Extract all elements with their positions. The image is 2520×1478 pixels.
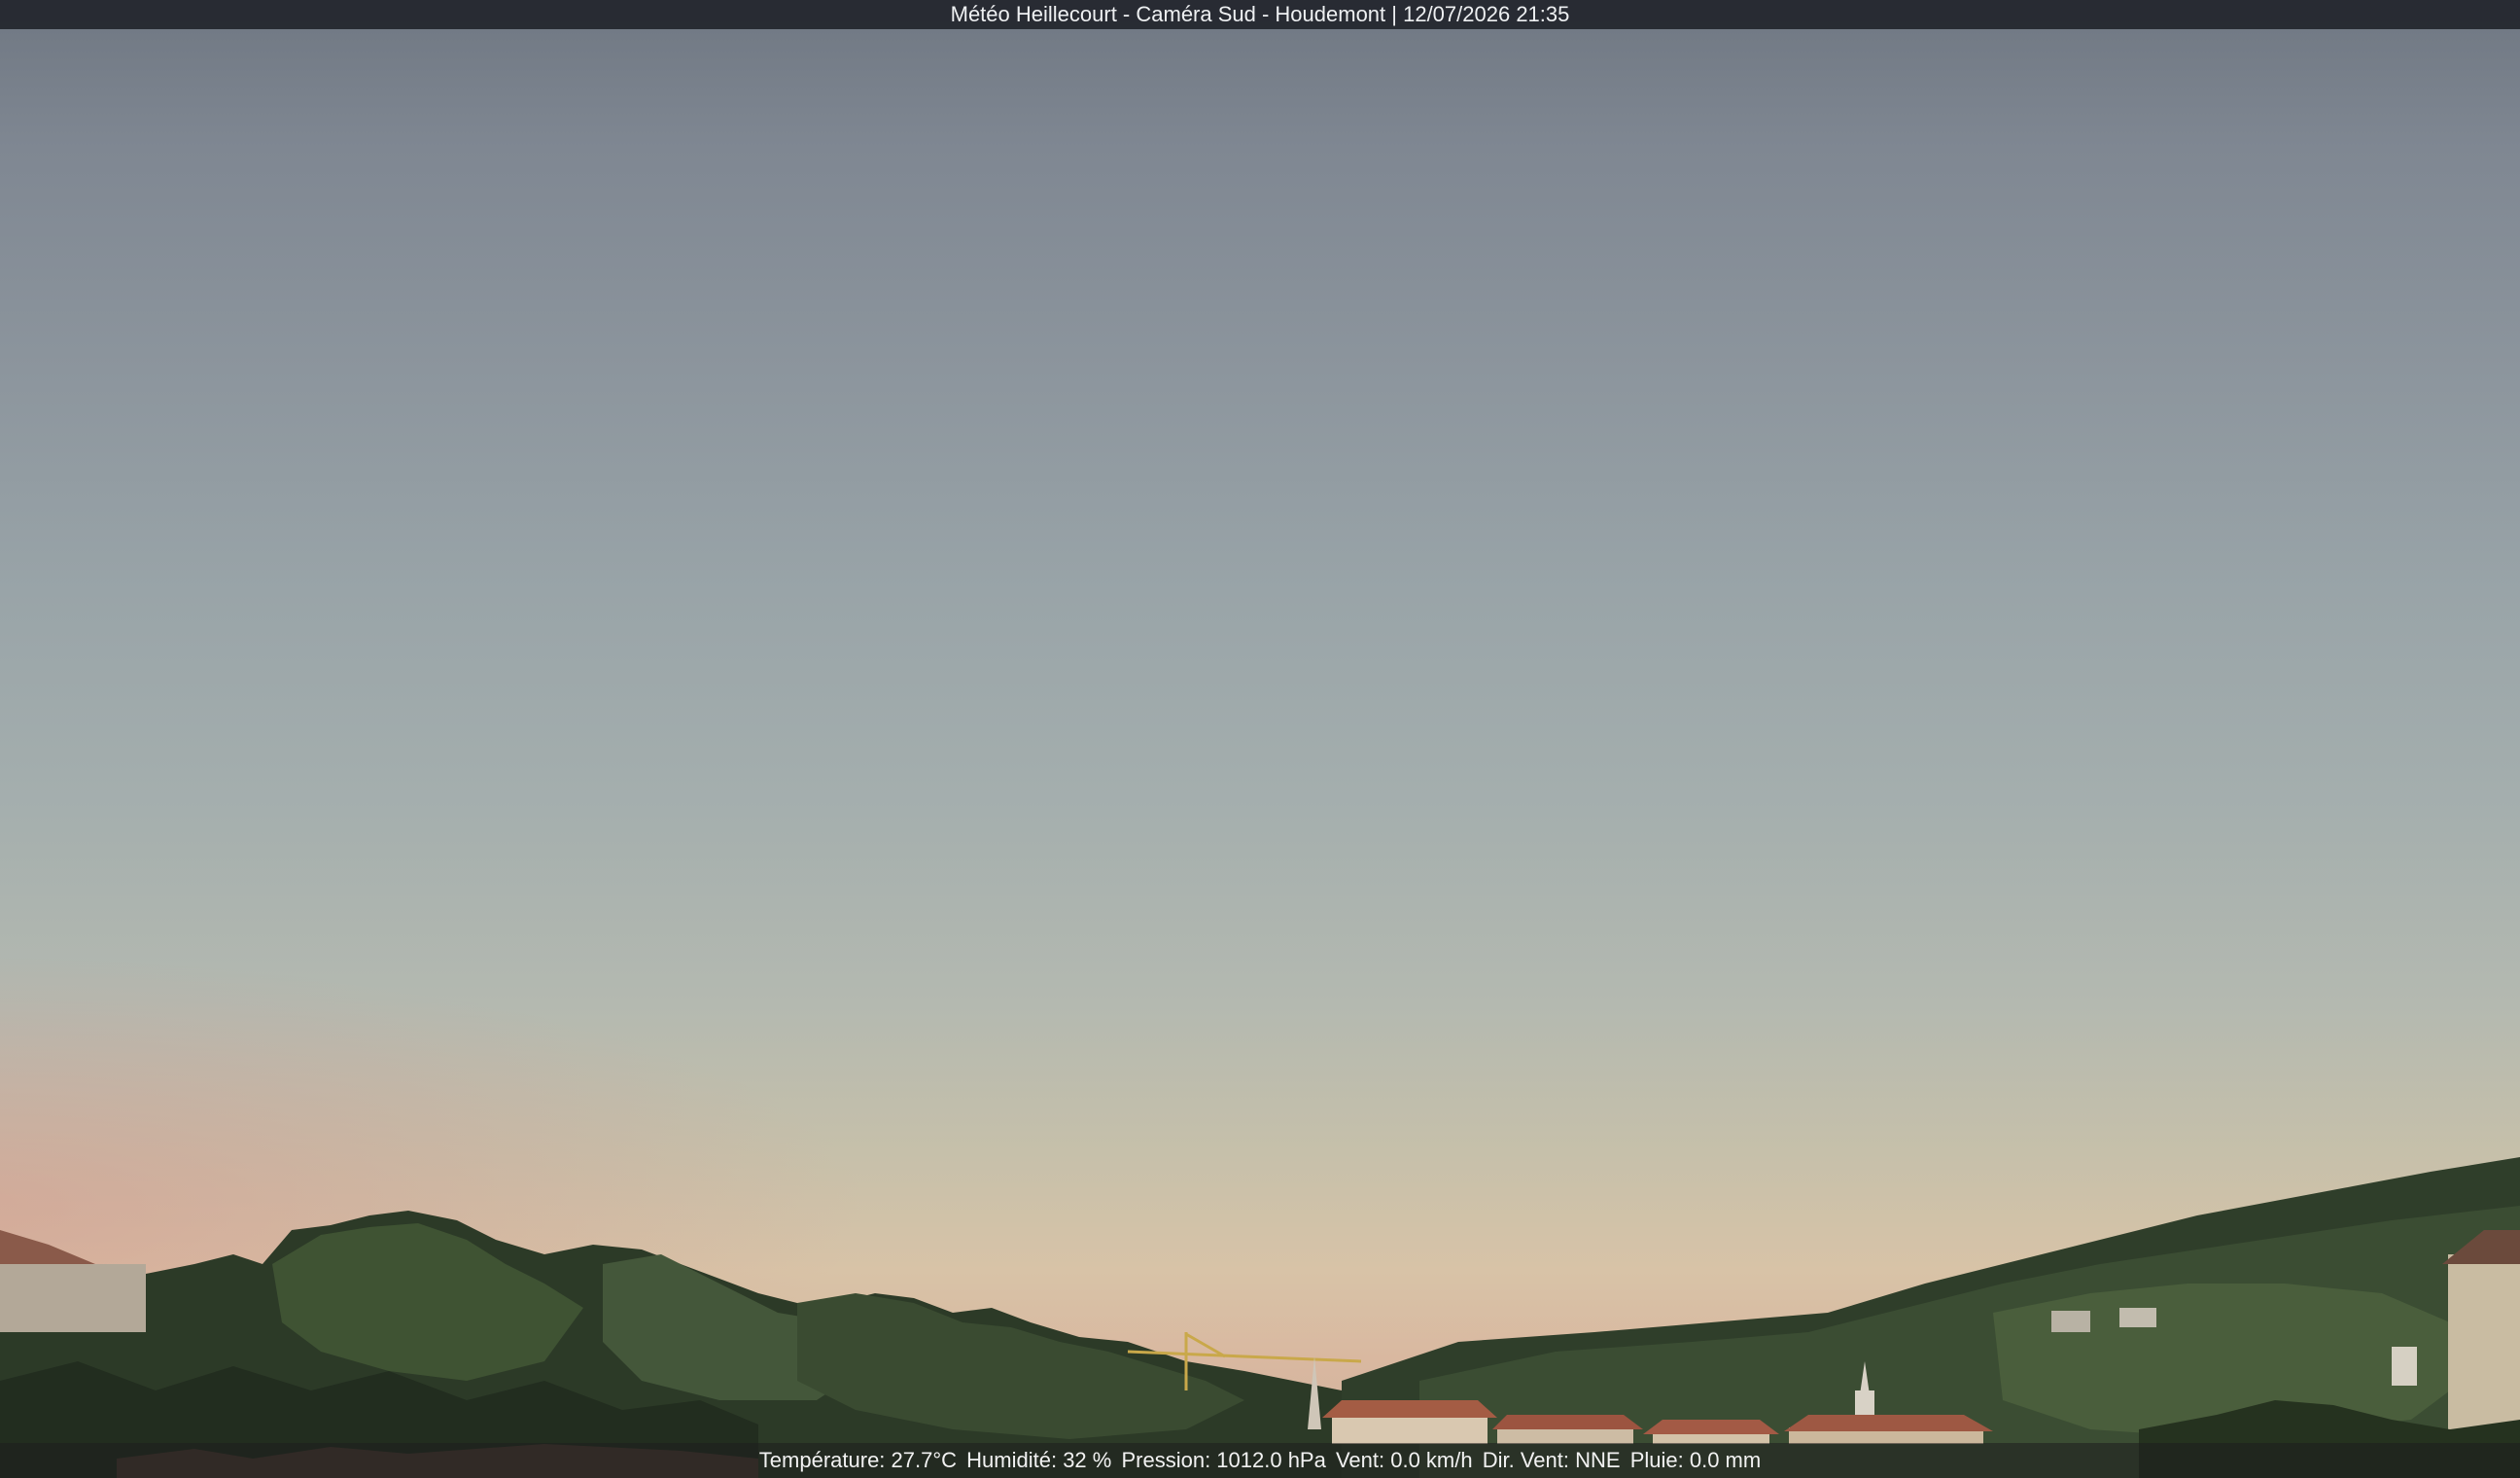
humidity-reading: Humidité: 32 % [966,1448,1112,1472]
village-roof-3 [1643,1420,1779,1434]
rain-reading: Pluie: 0.0 mm [1629,1448,1762,1472]
village-building-1 [1332,1415,1488,1444]
left-house [0,1264,146,1332]
house-right-1 [2051,1311,2090,1332]
wind-speed-reading: Vent: 0.0 km/h [1335,1448,1473,1472]
pressure-reading: Pression: 1012.0 hPa [1121,1448,1326,1472]
wind-direction-reading: Dir. Vent: NNE [1482,1448,1621,1472]
house-right-2 [2119,1308,2156,1327]
village-roof-2 [1492,1415,1643,1429]
village-roof-1 [1322,1400,1497,1418]
camera-title-bar: Météo Heillecourt - Caméra Sud - Houdemo… [0,0,2520,29]
landscape-scene [0,1157,2520,1478]
webcam-viewer: Météo Heillecourt - Caméra Sud - Houdemo… [0,0,2520,1478]
camera-title-text: Météo Heillecourt - Caméra Sud - Houdemo… [950,2,1570,26]
temperature-reading: Température: 27.7°C [758,1448,958,1472]
right-building [2448,1254,2520,1449]
weather-data-overlay: Température: 27.7°C Humidité: 32 % Press… [0,1443,2520,1478]
house-right-3 [2392,1347,2417,1386]
village-roof-4 [1784,1415,1993,1431]
